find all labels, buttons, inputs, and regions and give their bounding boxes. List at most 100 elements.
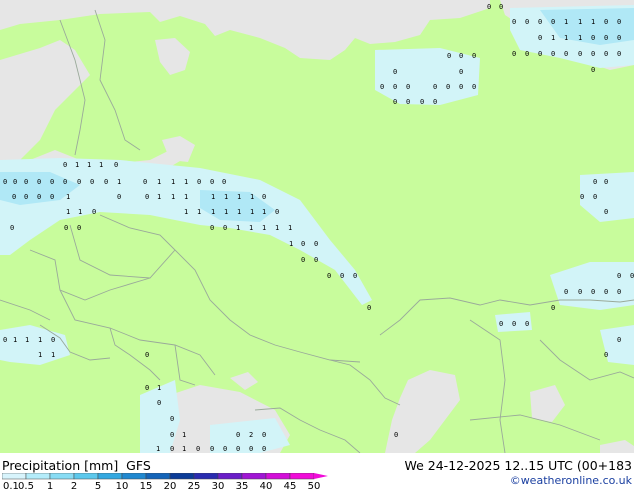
precip-value: 1 (237, 193, 241, 201)
precip-value: 0 (170, 431, 174, 439)
precip-value: 0 (170, 445, 174, 453)
precip-value: 0 (580, 193, 584, 201)
precip-value: 0 (77, 178, 81, 186)
precip-value: 0 (117, 193, 121, 201)
precip-value: 0 (393, 83, 397, 91)
precip-value: 0 (210, 224, 214, 232)
precip-value: 0 (472, 52, 476, 60)
precip-value: 0 (24, 193, 28, 201)
precip-value: 0 (301, 240, 305, 248)
colorbar-tick-label: 5 (95, 481, 101, 490)
precip-value: 0 (63, 178, 67, 186)
precip-value: 1 (262, 208, 266, 216)
precip-value: 0 (51, 336, 55, 344)
colorbar-swatch (73, 473, 99, 480)
precip-value: 0 (447, 52, 451, 60)
precip-value: 1 (197, 208, 201, 216)
precip-value: 0 (591, 34, 595, 42)
credit-link[interactable]: ©weatheronline.co.uk (510, 474, 632, 487)
precip-value: 1 (184, 208, 188, 216)
colorbar-tick-label: 30 (212, 481, 225, 490)
precipitation-colorbar: 0.1 0.5 1 2 5 10 15 20 25 30 35 40 45 50 (2, 473, 328, 490)
precip-value: 0 (551, 304, 555, 312)
precip-value: 0 (394, 431, 398, 439)
precip-value: 1 (66, 208, 70, 216)
colorbar-swatch (145, 473, 171, 480)
precip-value: 0 (499, 320, 503, 328)
precip-value: 0 (604, 208, 608, 216)
precip-value: 0 (617, 18, 621, 26)
precip-value: 1 (117, 178, 121, 186)
precip-value: 0 (197, 178, 201, 186)
precip-value: 0 (617, 336, 621, 344)
precip-value: 0 (223, 224, 227, 232)
precip-value: 0 (604, 34, 608, 42)
colorbar-swatch (289, 473, 315, 480)
precip-value: 0 (24, 178, 28, 186)
precip-value: 1 (171, 193, 175, 201)
colorbar-swatch (241, 473, 267, 480)
precip-value: 0 (564, 288, 568, 296)
precip-value: 0 (145, 193, 149, 201)
precip-value: 0 (301, 256, 305, 264)
precip-value: 0 (92, 208, 96, 216)
colorbar-tick-label: 0.1 (3, 481, 19, 490)
precip-value: 0 (196, 445, 200, 453)
precip-value: 2 (249, 431, 253, 439)
precip-value: 1 (236, 224, 240, 232)
colorbar-swatch (217, 473, 243, 480)
precip-value: 1 (591, 18, 595, 26)
precip-value: 0 (380, 83, 384, 91)
precipitation-map: 0 1 1 1 0 0 0 0 0 0 0 0 0 0 1 0 1 1 1 0 … (0, 0, 634, 454)
colorbar-tick-label: 50 (308, 481, 321, 490)
colorbar-tick-label: 25 (188, 481, 201, 490)
precip-value: 1 (551, 34, 555, 42)
precip-value: 1 (224, 193, 228, 201)
precip-value: 1 (262, 224, 266, 232)
precip-value: 1 (211, 193, 215, 201)
precip-value: 1 (250, 193, 254, 201)
precip-value: 0 (406, 98, 410, 106)
precip-value: 0 (353, 272, 357, 280)
precip-value: 0 (327, 272, 331, 280)
precip-value: 0 (406, 83, 410, 91)
colorbar-tick-label: 10 (116, 481, 129, 490)
colorbar-tick-label: 15 (140, 481, 153, 490)
precip-value: 0 (433, 83, 437, 91)
precip-value: 0 (551, 50, 555, 58)
precip-value: 0 (578, 50, 582, 58)
precip-value: 0 (223, 445, 227, 453)
precip-value: 0 (262, 445, 266, 453)
colorbar-tick-label: 35 (236, 481, 249, 490)
precip-value: 1 (51, 351, 55, 359)
colorbar-tick-label: 40 (260, 481, 273, 490)
precip-value: 0 (340, 272, 344, 280)
precip-value: 1 (564, 18, 568, 26)
precip-value: 0 (593, 193, 597, 201)
precip-value: 0 (512, 50, 516, 58)
precip-value: 0 (37, 193, 41, 201)
legend-title: Precipitation [mm] GFS (2, 458, 151, 473)
precip-value: 0 (367, 304, 371, 312)
precip-value: 1 (211, 208, 215, 216)
colorbar-ticks: 0.1 0.5 1 2 5 10 15 20 25 30 35 40 45 50 (3, 481, 320, 490)
precip-value: 1 (75, 161, 79, 169)
precip-value: 1 (157, 384, 161, 392)
precip-value: 0 (591, 50, 595, 58)
precip-value: 1 (182, 445, 186, 453)
precip-value: 1 (13, 336, 17, 344)
colorbar-swatch (49, 473, 75, 480)
precip-value: 1 (157, 193, 161, 201)
precip-value: 0 (604, 351, 608, 359)
precip-value: 0 (63, 161, 67, 169)
precip-value: 1 (156, 445, 160, 453)
precip-value: 0 (525, 18, 529, 26)
precip-value: 0 (170, 415, 174, 423)
precip-value: 0 (222, 178, 226, 186)
precip-value: 0 (104, 178, 108, 186)
precip-value: 1 (99, 161, 103, 169)
colorbar-swatch (121, 473, 147, 480)
precip-value: 0 (210, 178, 214, 186)
precip-value: 0 (630, 272, 634, 280)
precip-value: 1 (224, 208, 228, 216)
